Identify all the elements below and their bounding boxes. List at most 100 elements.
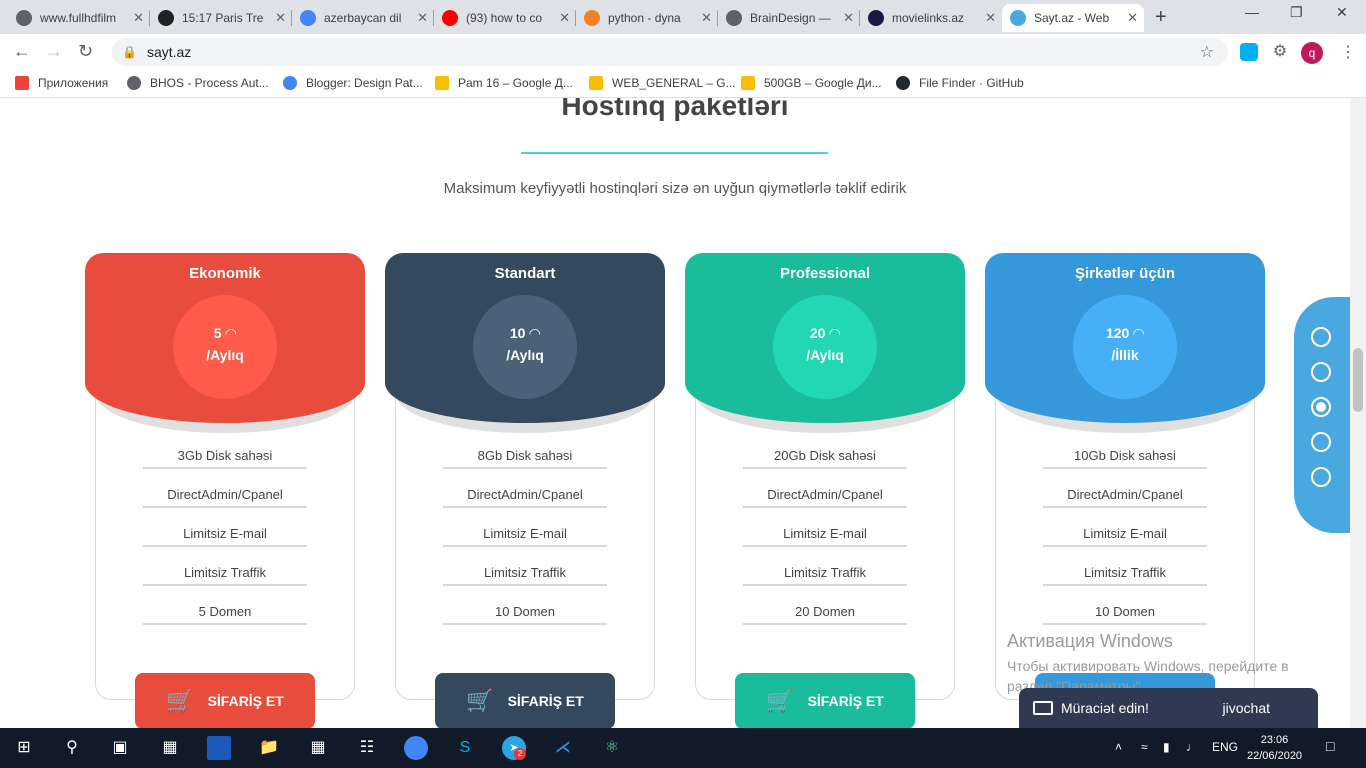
- address-bar[interactable]: 🔒 sayt.az ☆: [112, 38, 1228, 66]
- browser-tab[interactable]: movielinks.az ✕: [860, 4, 1002, 32]
- search-icon[interactable]: ⚲: [60, 736, 84, 760]
- order-button[interactable]: 🛒 SİFARİŞ ET: [735, 673, 915, 728]
- drive-icon: [435, 76, 449, 90]
- new-tab-button[interactable]: +: [1155, 6, 1167, 29]
- file-explorer-icon[interactable]: 📁: [257, 736, 281, 760]
- tab-close-icon[interactable]: ✕: [1127, 10, 1138, 26]
- skype-extension-icon[interactable]: [1240, 43, 1258, 61]
- section-nav-dot[interactable]: [1311, 397, 1331, 417]
- store-icon[interactable]: ▦: [158, 736, 182, 760]
- vscode-icon[interactable]: ⋌: [551, 736, 575, 760]
- chrome-icon[interactable]: [404, 736, 428, 760]
- section-nav-dot[interactable]: [1311, 432, 1331, 452]
- section-nav-dot[interactable]: [1311, 467, 1331, 487]
- browser-tab[interactable]: Sayt.az - Web ✕: [1002, 4, 1144, 32]
- browser-tab[interactable]: azerbaycan dil ✕: [292, 4, 434, 32]
- browser-tab[interactable]: (93) how to co ✕: [434, 4, 576, 32]
- mail-icon: [1033, 701, 1053, 715]
- url-text[interactable]: sayt.az: [147, 44, 191, 60]
- plan-feature: Limitsiz Traffik: [743, 562, 907, 586]
- calendar-icon[interactable]: ▦: [306, 736, 330, 760]
- section-nav-dot[interactable]: [1311, 327, 1331, 347]
- order-button[interactable]: 🛒 SİFARİŞ ET: [435, 673, 615, 728]
- back-icon[interactable]: ←: [13, 41, 31, 62]
- plan-name: Şirkətlər üçün: [1074, 265, 1176, 282]
- plan-feature: Limitsiz E-mail: [1043, 523, 1207, 547]
- price-circle: 5 ◠ /Aylıq: [173, 295, 277, 399]
- tab-close-icon[interactable]: ✕: [985, 10, 996, 26]
- section-nav-dot[interactable]: [1311, 362, 1331, 382]
- bookmark-item[interactable]: Приложения: [15, 76, 108, 90]
- bookmark-item[interactable]: WEB_GENERAL – G...: [589, 76, 736, 90]
- extensions-puzzle-icon[interactable]: ⚙: [1271, 43, 1289, 61]
- plan-period: /Aylıq: [506, 347, 544, 363]
- profile-avatar[interactable]: q: [1301, 42, 1323, 64]
- plan-price: 10 ◠: [473, 325, 577, 342]
- bookmark-star-icon[interactable]: ☆: [1200, 42, 1214, 62]
- scrollbar-thumb[interactable]: [1353, 348, 1363, 412]
- skype-icon[interactable]: S: [453, 736, 477, 760]
- bookmark-item[interactable]: Pam 16 – Google Д...: [435, 76, 573, 90]
- bookmark-item[interactable]: 500GB – Google Ди...: [741, 76, 882, 90]
- plan-feature: 3Gb Disk sahəsi: [143, 445, 307, 469]
- activation-title: Активация Windows: [1007, 631, 1173, 651]
- card-header: Ekonomik 5 ◠ /Aylıq: [85, 253, 365, 423]
- browser-tab[interactable]: 15:17 Paris Tre ✕: [150, 4, 292, 32]
- plan-feature: Limitsiz Traffik: [443, 562, 607, 586]
- calculator-icon[interactable]: ☷: [355, 736, 379, 760]
- windows-activation-watermark: Активация Windows Чтобы активировать Win…: [1007, 631, 1317, 696]
- clock-time: 23:06: [1260, 734, 1289, 746]
- tab-close-icon[interactable]: ✕: [275, 10, 286, 26]
- reload-icon[interactable]: ↻: [78, 41, 93, 62]
- tab-close-icon[interactable]: ✕: [701, 10, 712, 26]
- card-header: Professional 20 ◠ /Aylıq: [685, 253, 965, 423]
- atom-icon[interactable]: ⚛: [600, 736, 624, 760]
- browser-tab[interactable]: python - dyna ✕: [576, 4, 718, 32]
- tray-chevron-icon[interactable]: ˄: [1115, 740, 1122, 754]
- minimize-icon[interactable]: —: [1245, 4, 1259, 20]
- plan-feature: 20 Domen: [743, 601, 907, 625]
- language-indicator[interactable]: ENG: [1212, 740, 1238, 754]
- page-scrollbar[interactable]: [1350, 98, 1366, 728]
- tab-close-icon[interactable]: ✕: [559, 10, 570, 26]
- network-icon[interactable]: ≈: [1141, 740, 1148, 754]
- bookmark-label: Blogger: Design Pat...: [306, 76, 423, 90]
- plan-period: /Aylıq: [806, 347, 844, 363]
- tab-close-icon[interactable]: ✕: [843, 10, 854, 26]
- browser-menu-icon[interactable]: ⋮: [1340, 42, 1356, 62]
- notifications-icon[interactable]: □: [1326, 738, 1334, 754]
- plan-feature: 10 Domen: [443, 601, 607, 625]
- globe-icon: [726, 10, 742, 26]
- plan-name: Standart: [494, 265, 556, 282]
- close-window-icon[interactable]: ✕: [1336, 4, 1348, 21]
- tab-close-icon[interactable]: ✕: [133, 10, 144, 26]
- globe-icon: [127, 76, 141, 90]
- chat-widget[interactable]: Müraciət edin! jivochat: [1019, 688, 1318, 728]
- forward-icon[interactable]: →: [45, 41, 63, 62]
- order-button[interactable]: 🛒 SİFARİŞ ET: [135, 673, 315, 728]
- bookmark-item[interactable]: Blogger: Design Pat...: [283, 76, 423, 90]
- task-view-icon[interactable]: ▣: [108, 736, 132, 760]
- speed-gauge-icon: ◠: [1129, 325, 1144, 341]
- plan-feature: Limitsiz E-mail: [743, 523, 907, 547]
- azerbaijan-flag-app-icon[interactable]: [207, 736, 231, 760]
- sayt-icon: [1010, 10, 1026, 26]
- tab-close-icon[interactable]: ✕: [417, 10, 428, 26]
- card-header: Standart 10 ◠ /Aylıq: [385, 253, 665, 423]
- bookmark-item[interactable]: File Finder · GitHub: [896, 76, 1024, 90]
- order-label: SİFARİŞ ET: [507, 693, 584, 709]
- battery-icon[interactable]: ▮: [1163, 740, 1170, 754]
- bookmark-item[interactable]: BHOS - Process Aut...: [127, 76, 269, 90]
- browser-tab[interactable]: www.fullhdfilm ✕: [8, 4, 150, 32]
- bookmark-label: BHOS - Process Aut...: [150, 76, 269, 90]
- bookmark-label: Pam 16 – Google Д...: [458, 76, 573, 90]
- tab-label: (93) how to co: [466, 11, 543, 25]
- system-clock[interactable]: 23:06 22/06/2020: [1247, 732, 1302, 764]
- windows-start-icon[interactable]: ⊞: [12, 736, 36, 760]
- maximize-icon[interactable]: ❐: [1290, 4, 1303, 21]
- volume-icon[interactable]: ♩: [1186, 740, 1198, 754]
- browser-tab[interactable]: BrainDesign — ✕: [718, 4, 860, 32]
- movielinks-icon: [868, 10, 884, 26]
- pricing-card: Professional 20 ◠ /Aylıq 20Gb Disk sahəsi Di…: [685, 253, 965, 728]
- chat-label[interactable]: Müraciət edin!: [1061, 700, 1149, 716]
